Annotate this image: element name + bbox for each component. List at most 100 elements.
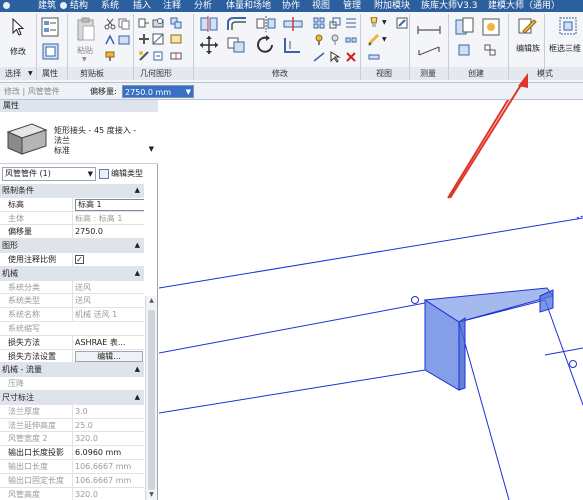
create-group-icon[interactable] <box>484 44 496 56</box>
checkbox[interactable]: ✓ <box>75 254 84 264</box>
rotate-icon[interactable] <box>255 35 277 55</box>
property-value[interactable]: 编辑... <box>72 349 144 363</box>
property-row[interactable]: 输出口长度投影 6.0960 mm <box>0 446 144 460</box>
collapse-icon[interactable]: ▲ <box>135 239 140 252</box>
property-row[interactable]: 法兰厚度 3.0 <box>0 404 144 419</box>
scroll-down-icon[interactable]: ▼ <box>146 490 157 500</box>
offset-dropdown-icon[interactable]: ▼ <box>186 86 191 99</box>
menu-analyze[interactable]: 分析 <box>194 0 212 12</box>
drawing-canvas[interactable] <box>159 100 583 500</box>
property-row[interactable]: 系统分类 送风 <box>0 280 144 295</box>
property-section[interactable]: 图形 ▲ <box>0 239 144 253</box>
modify-button[interactable]: 修改 <box>4 15 30 56</box>
create-parts-icon[interactable] <box>480 16 502 38</box>
align-icon[interactable] <box>198 15 220 33</box>
property-value[interactable]: 6.0960 mm <box>72 446 144 460</box>
menu-systems[interactable]: 系统 <box>101 0 119 12</box>
property-section[interactable]: 限制条件 ▲ <box>0 184 144 198</box>
split-gap-icon[interactable] <box>345 34 357 46</box>
demolish-icon[interactable] <box>138 50 150 62</box>
type-selector[interactable]: 矩形接头 - 45 度接入 - 法兰 标准 ▼ <box>0 112 158 164</box>
property-value[interactable]: ✓ <box>72 252 144 266</box>
instance-filter-select[interactable]: 风管管件 (1) ▼ <box>2 167 96 181</box>
create-similar-icon[interactable] <box>458 44 470 56</box>
menu-annotate[interactable]: 注释 <box>163 0 181 12</box>
property-section[interactable]: 机械 - 流量 ▲ <box>0 363 144 378</box>
paste-icon[interactable] <box>75 16 97 44</box>
create-assembly-icon[interactable] <box>454 16 476 38</box>
match-type-icon[interactable] <box>104 34 116 46</box>
edit-type-button[interactable]: 编辑类型 <box>99 167 151 181</box>
property-section[interactable]: 机械 ▲ <box>0 266 144 281</box>
scroll-up-icon[interactable]: ▲ <box>146 296 157 306</box>
select-box-button[interactable]: 框选三维 <box>547 14 583 66</box>
property-row[interactable]: 使用注释比例 ✓ <box>0 252 144 267</box>
linework-dropdown-icon[interactable]: ▼ <box>382 36 387 43</box>
collapse-icon[interactable]: ▲ <box>135 363 140 376</box>
property-row[interactable]: 系统缩写 <box>0 322 144 336</box>
type-properties-icon[interactable] <box>40 42 62 62</box>
collapse-icon[interactable]: ▲ <box>135 184 140 197</box>
unjoin-icon[interactable] <box>170 50 182 62</box>
menu-manage[interactable]: 管理 <box>343 0 361 12</box>
property-row[interactable]: 风管宽度 2 320.0 <box>0 432 144 447</box>
property-row[interactable]: 压降 <box>0 377 144 391</box>
property-row[interactable]: 标高 标高 1 <box>0 197 144 212</box>
menu-family-library[interactable]: 族库大师V3.3 <box>421 0 477 12</box>
paint-face-icon[interactable] <box>170 33 182 45</box>
mirror-draw-axis-icon[interactable] <box>313 51 325 63</box>
property-value[interactable]: 标高 1 <box>72 197 144 211</box>
array-icon[interactable] <box>313 17 325 29</box>
type-dropdown-icon[interactable]: ▼ <box>149 145 154 153</box>
property-row[interactable]: 损失方法设置 编辑... <box>0 349 144 364</box>
split-element-icon[interactable] <box>282 15 304 33</box>
aligned-dimension-icon[interactable] <box>416 44 442 58</box>
property-value-text[interactable]: 6.0960 mm <box>75 448 121 457</box>
measure-icon[interactable] <box>416 24 442 36</box>
override-graphics-icon[interactable] <box>396 17 408 29</box>
properties-icon[interactable] <box>40 16 62 38</box>
cut-icon[interactable] <box>104 18 116 30</box>
cope-icon[interactable] <box>138 17 150 29</box>
app-icon[interactable] <box>3 2 10 9</box>
property-row[interactable]: 风管高度 320.0 <box>0 487 144 500</box>
hide-in-view-icon[interactable] <box>368 17 380 29</box>
hide-category-icon[interactable] <box>368 51 380 63</box>
pin-icon[interactable] <box>313 34 325 46</box>
property-row[interactable]: 输出口固定长度 106.6667 mm <box>0 473 144 488</box>
properties-scrollbar[interactable]: ▲ ▼ <box>145 296 157 500</box>
menu-architecture[interactable]: 建筑 <box>38 0 56 12</box>
cut-geometry-icon[interactable] <box>152 17 164 29</box>
menu-structure[interactable]: 结构 <box>70 0 88 12</box>
edit-button[interactable]: 编辑... <box>75 350 143 362</box>
trim-extend-icon[interactable] <box>282 35 304 55</box>
cursor-small-icon[interactable] <box>329 51 341 63</box>
edit-family-button[interactable]: 编辑族 <box>511 14 541 66</box>
copy-icon[interactable] <box>118 18 130 30</box>
offset-icon[interactable] <box>226 15 248 33</box>
join-geometry-icon[interactable] <box>170 17 182 29</box>
menu-modeling-master[interactable]: 建模大师（通用） <box>488 0 560 12</box>
property-value-text[interactable]: 2750.0 <box>75 227 103 236</box>
collapse-icon[interactable]: ▲ <box>135 267 140 280</box>
property-row[interactable]: 损失方法 ASHRAE 表... <box>0 335 144 350</box>
property-row[interactable]: 系统类型 送风 <box>0 294 144 309</box>
menu-insert[interactable]: 插入 <box>133 0 151 12</box>
scale-icon[interactable] <box>329 17 341 29</box>
copy-element-icon[interactable] <box>226 35 248 55</box>
property-value[interactable]: ASHRAE 表... <box>72 335 144 349</box>
property-row[interactable]: 偏移量 2750.0 <box>0 225 144 240</box>
paste-dropdown-icon[interactable]: ▼ <box>82 56 87 63</box>
offset-input[interactable]: 2750.0 mm ▼ <box>122 85 194 98</box>
paint-icon[interactable] <box>104 50 116 62</box>
property-value[interactable]: 2750.0 <box>72 225 144 239</box>
scroll-thumb[interactable] <box>148 310 155 490</box>
property-input[interactable]: 标高 1 <box>75 198 144 211</box>
menu-massing-site[interactable]: 体量和场地 <box>226 0 271 12</box>
trim-multiple-icon[interactable] <box>345 17 357 29</box>
wall-join-icon[interactable] <box>138 33 150 45</box>
menu-view[interactable]: 视图 <box>312 0 330 12</box>
collapse-icon[interactable]: ▲ <box>135 391 140 404</box>
property-section[interactable]: 尺寸标注 ▲ <box>0 390 144 405</box>
select-dropdown-icon[interactable]: ▼ <box>28 70 33 77</box>
